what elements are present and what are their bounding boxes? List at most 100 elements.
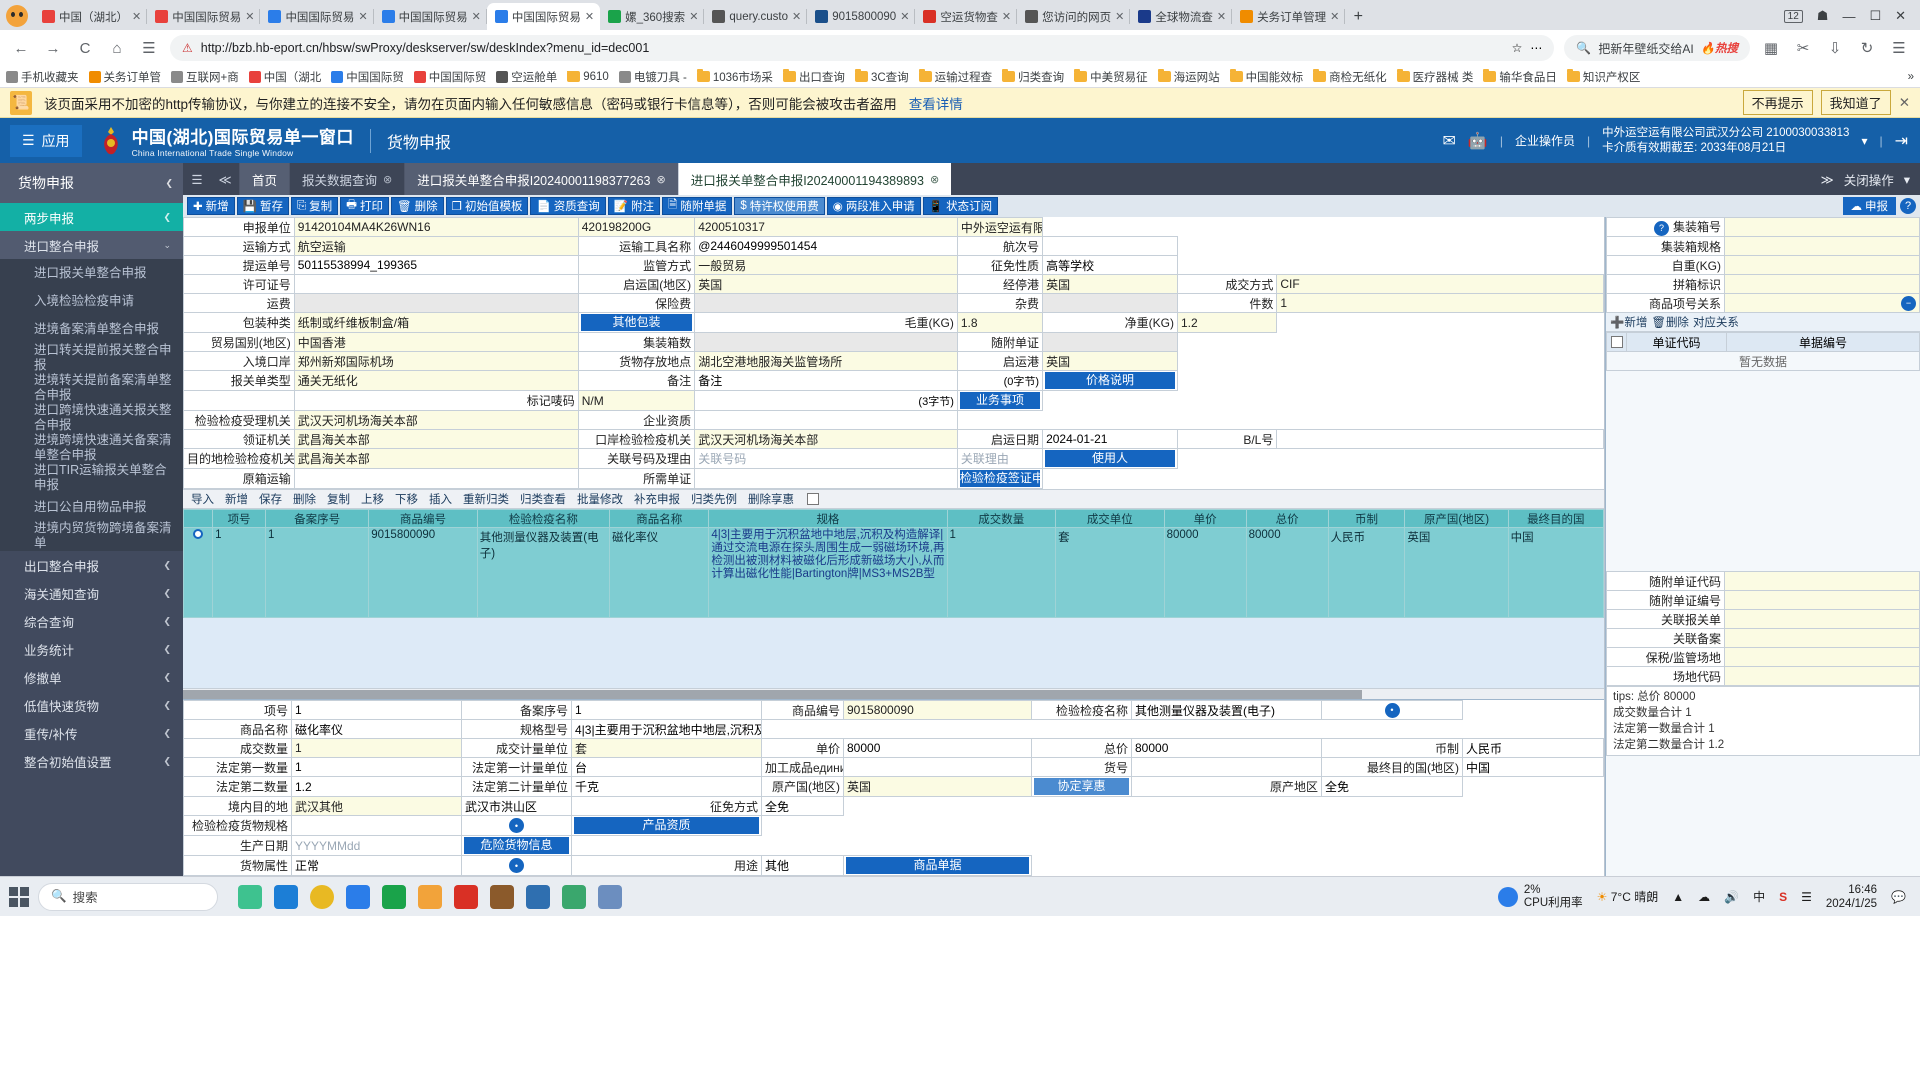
panel-field-value[interactable] — [1724, 571, 1920, 591]
field-placeholder[interactable]: 关联号码 — [694, 448, 958, 469]
field-value[interactable]: 4200510317 — [694, 217, 958, 237]
field-placeholder[interactable]: 关联理由 — [956, 448, 1044, 469]
action-button-cell[interactable]: 其他包装 — [577, 312, 696, 333]
delete-doc-button[interactable]: 🗑删除 — [1651, 314, 1689, 330]
snip-icon[interactable]: ✂ — [1792, 39, 1814, 57]
sidebar-item-19[interactable]: 整合初始值设置 ❮ — [0, 747, 183, 775]
field-value[interactable]: 正常 — [291, 855, 462, 876]
browser-tab-strip[interactable]: 中国（湖北） ✕ 中国国际贸易 ✕ 中国国际贸易 ✕ 中国国际贸易 ✕ 中国国际贸易 ✕ 嫘_360… — [0, 0, 1920, 30]
minus-icon[interactable]: − — [1901, 295, 1916, 311]
weather-indicator[interactable]: ☀ 7°C 晴朗 — [1597, 888, 1659, 905]
row-radio-cell[interactable] — [182, 527, 214, 618]
grid-button-3[interactable]: 删除 — [289, 491, 320, 507]
grid-button-7[interactable]: 插入 — [425, 491, 456, 507]
field-value[interactable] — [694, 410, 958, 430]
apps-button[interactable]: ☰ 应用 — [10, 124, 82, 157]
sidebar-item-17[interactable]: 低值快速货物 ❮ — [0, 691, 183, 719]
grid-column-header[interactable]: 规格 — [708, 509, 948, 528]
tab-home[interactable]: 首页 — [239, 163, 290, 195]
field-value[interactable] — [293, 274, 579, 294]
browser-tab-0[interactable]: 中国（湖北） ✕ — [34, 3, 148, 30]
collections-icon[interactable]: ☗ — [1817, 8, 1829, 24]
tabstrip-next-icon[interactable]: ≫ — [1821, 172, 1834, 187]
close-tab-icon[interactable]: ✕ — [358, 10, 367, 23]
toolbar-mobile-button[interactable]: 📱 状态订阅 — [922, 197, 999, 215]
dont-remind-button[interactable]: 不再提示 — [1742, 90, 1813, 115]
explorer-icon[interactable] — [274, 884, 298, 909]
field-value[interactable]: 郑州新郑国际机场 — [293, 351, 579, 371]
bookmark-9[interactable]: 1036市场采 — [696, 69, 773, 85]
action-button[interactable]: 危险货物信息 — [464, 837, 569, 854]
field-value[interactable]: 中外运空运有限公司武汉分公司 — [956, 217, 1044, 237]
bookmark-18[interactable]: 医疗器械 类 — [1396, 69, 1473, 85]
close-all-tabs[interactable]: 关闭操作 — [1844, 170, 1894, 189]
toolbar-circle-button[interactable]: ◉ 两段准入申请 — [826, 197, 921, 215]
field-value[interactable]: 高等学校 — [1042, 255, 1178, 275]
browser-tab-8[interactable]: 空运货物查 ✕ — [915, 3, 1017, 30]
grid-button-1[interactable]: 新增 — [221, 491, 252, 507]
grid-button-9[interactable]: 归类查看 — [516, 491, 570, 507]
field-value[interactable]: 英国 — [1042, 274, 1178, 294]
bookmark-4[interactable]: 中国国际贸 — [331, 69, 404, 85]
window-controls[interactable]: 12 ☗ — ☐ ✕ — [1774, 8, 1920, 30]
field-value[interactable]: 1 — [291, 700, 462, 720]
doc-select-all-cell[interactable] — [1606, 332, 1627, 352]
workspace-tab-strip[interactable]: ☰ ≪ 首页 报关数据查询 ⊗ 进口报关单整合申报I2024000119837726… — [183, 163, 1920, 195]
sidebar-item-7[interactable]: 进口跨境快速通关报关整合申报 — [0, 403, 183, 433]
field-value[interactable]: 91420104MA4K26WN16 — [293, 217, 579, 237]
field-value[interactable] — [1276, 429, 1604, 449]
browser-tab-5[interactable]: 嫘_360搜索 ✕ — [600, 3, 705, 30]
minimize-button[interactable]: — — [1842, 9, 1855, 24]
sidebar-item-12[interactable]: 出口整合申报 ❮ — [0, 551, 183, 579]
understood-button[interactable]: 我知道了 — [1820, 90, 1891, 115]
close-tab-icon[interactable]: ✕ — [1002, 10, 1011, 23]
excel-icon[interactable] — [382, 884, 406, 909]
grid-column-header[interactable]: 币制 — [1327, 509, 1406, 528]
action-button-cell[interactable]: 危险货物信息 — [461, 835, 572, 856]
chevron-right-icon[interactable]: ❮ — [163, 672, 171, 683]
action-button-cell[interactable]: 产品资质 — [571, 815, 762, 836]
sidebar-item-1[interactable]: 进口整合申报 ⌄ — [0, 231, 183, 259]
grid-cell[interactable]: 1 — [212, 527, 267, 618]
toolbar-dollar-button[interactable]: $ 特许权使用费 — [734, 197, 825, 215]
ellipsis-icon[interactable]: • — [1384, 702, 1400, 718]
grid-button-10[interactable]: 批量修改 — [573, 491, 627, 507]
close-tab-icon[interactable]: ✕ — [689, 10, 698, 23]
field-value[interactable]: N/M — [577, 390, 696, 411]
field-value[interactable]: 通关无纸化 — [293, 370, 579, 391]
sidebar-item-15[interactable]: 业务统计 ❮ — [0, 635, 183, 663]
field-value[interactable]: 1 — [291, 757, 462, 777]
bookmark-10[interactable]: 出口查询 — [782, 69, 845, 85]
chevron-right-icon[interactable]: ❮ — [163, 644, 171, 655]
bookmark-3[interactable]: 中国（湖北 — [248, 69, 321, 85]
field-value[interactable]: 航空运输 — [293, 236, 579, 256]
chevron-right-icon[interactable]: ❮ — [163, 560, 171, 571]
grid-cell[interactable]: 英国 — [1404, 527, 1509, 618]
grid-cell[interactable]: 磁化率仪 — [609, 527, 710, 618]
browser-tab-6[interactable]: query.custo ✕ — [704, 3, 808, 30]
panel-field-value[interactable] — [1724, 274, 1920, 294]
url-field[interactable]: ⚠ http://bzb.hb-eport.cn/hbsw/swProxy/de… — [170, 35, 1555, 61]
bookmark-14[interactable]: 中美贸易征 — [1074, 69, 1148, 85]
field-placeholder[interactable]: YYYYMMdd — [291, 835, 462, 856]
bookmark-16[interactable]: 中国能效标 — [1229, 69, 1303, 85]
field-value[interactable]: 英国 — [1042, 351, 1178, 371]
browser-tab-11[interactable]: 关务订单管理 ✕ — [1232, 3, 1346, 30]
sidebar-item-14[interactable]: 综合查询 ❮ — [0, 607, 183, 635]
chrome-icon[interactable] — [310, 884, 334, 909]
action-button-cell[interactable]: 价格说明 — [1042, 370, 1178, 391]
field-picker-button[interactable]: • — [1321, 700, 1463, 720]
field-value[interactable]: 套 — [571, 738, 762, 758]
store-icon[interactable] — [562, 884, 586, 909]
radio-icon[interactable] — [193, 529, 204, 539]
start-button-icon[interactable] — [6, 884, 32, 910]
action-button-cell[interactable]: 检验检疫签证申报要素 — [956, 468, 1044, 489]
browser-search-box[interactable]: 🔍 把新年壁纸交给AI 🔥热搜 — [1564, 35, 1750, 61]
toolbar-save-button[interactable]: 💾 暂存 — [236, 197, 289, 215]
action-button[interactable]: 协定享惠 — [1034, 778, 1129, 795]
browser-tab-4[interactable]: 中国国际贸易 ✕ — [486, 3, 601, 30]
panel-field-value[interactable] — [1724, 255, 1920, 275]
notifications-icon[interactable]: 💬 — [1891, 890, 1906, 904]
add-doc-button[interactable]: ➕新增 — [1610, 314, 1647, 330]
chevron-right-icon[interactable]: ❮ — [163, 212, 171, 223]
